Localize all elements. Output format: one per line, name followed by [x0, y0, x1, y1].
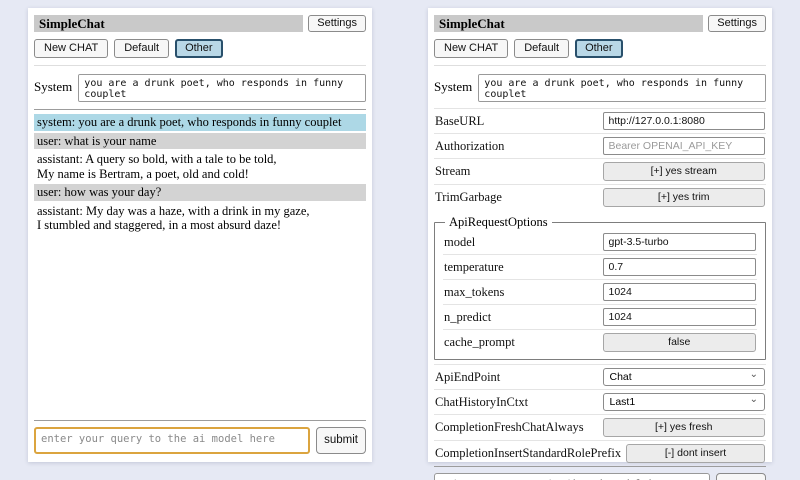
setting-row-baseurl: BaseURL — [434, 108, 766, 133]
session-default-button[interactable]: Default — [514, 39, 569, 58]
authorization-label: Authorization — [435, 139, 598, 154]
chat-message-assistant: assistant: My day was a haze, with a dri… — [34, 203, 366, 234]
completionfreshchatalways-label: CompletionFreshChatAlways — [435, 420, 598, 435]
setting-row-chathistoryinctxt: ChatHistoryInCtxt Last1 ⌄ — [434, 389, 766, 414]
chat-log: system: you are a drunk poet, who respon… — [34, 112, 366, 236]
completionfreshchatalways-toggle-button[interactable]: [+] yes fresh — [603, 418, 766, 437]
chat-message-user: user: what is your name — [34, 133, 366, 150]
chevron-down-icon: ⌄ — [750, 371, 758, 379]
app-title: SimpleChat — [34, 15, 303, 32]
setting-row-trimgarbage: TrimGarbage [+] yes trim — [434, 184, 766, 210]
model-input[interactable] — [603, 233, 757, 251]
completioninsertstandardroleprefix-label: CompletionInsertStandardRolePrefix — [435, 446, 621, 461]
n-predict-label: n_predict — [444, 310, 598, 325]
settings-button[interactable]: Settings — [708, 15, 766, 32]
setting-row-max-tokens: max_tokens — [443, 279, 757, 304]
api-request-options-legend: ApiRequestOptions — [445, 215, 552, 230]
session-other-button[interactable]: Other — [175, 39, 223, 58]
system-prompt-input[interactable]: you are a drunk poet, who responds in fu… — [478, 74, 766, 102]
divider — [34, 109, 366, 110]
session-other-button[interactable]: Other — [575, 39, 623, 58]
divider — [34, 65, 366, 66]
settings-button[interactable]: Settings — [308, 15, 366, 32]
chat-message-assistant: assistant: A query so bold, with a tale … — [34, 151, 366, 182]
setting-row-model: model — [443, 230, 757, 254]
new-chat-button[interactable]: New CHAT — [34, 39, 108, 58]
system-label: System — [434, 74, 472, 95]
chathistoryinctxt-label: ChatHistoryInCtxt — [435, 395, 598, 410]
system-prompt-row: System you are a drunk poet, who respond… — [434, 74, 766, 102]
apiendpoint-selected-value: Chat — [610, 371, 632, 383]
chat-message-user: user: how was your day? — [34, 184, 366, 201]
divider — [434, 65, 766, 66]
chathistoryinctxt-select[interactable]: Last1 ⌄ — [603, 393, 766, 411]
chevron-down-icon: ⌄ — [750, 396, 758, 404]
query-footer: submit — [434, 466, 766, 480]
baseurl-input[interactable] — [603, 112, 766, 130]
model-label: model — [444, 235, 598, 250]
setting-row-apiendpoint: ApiEndPoint Chat ⌄ — [434, 364, 766, 389]
trimgarbage-label: TrimGarbage — [435, 190, 598, 205]
settings-list: BaseURL Authorization Stream [+] yes str… — [434, 108, 766, 466]
setting-row-n-predict: n_predict — [443, 304, 757, 329]
chat-message-system: system: you are a drunk poet, who respon… — [34, 114, 366, 131]
query-footer: submit — [34, 420, 366, 454]
baseurl-label: BaseURL — [435, 114, 598, 129]
cache-prompt-toggle-button[interactable]: false — [603, 333, 757, 352]
setting-row-completionfreshchatalways: CompletionFreshChatAlways [+] yes fresh — [434, 414, 766, 440]
n-predict-input[interactable] — [603, 308, 757, 326]
setting-row-stream: Stream [+] yes stream — [434, 158, 766, 184]
submit-button[interactable]: submit — [716, 473, 766, 480]
stream-label: Stream — [435, 164, 598, 179]
session-toolbar: New CHAT Default Other — [34, 39, 366, 58]
divider — [434, 466, 766, 467]
app-title: SimpleChat — [434, 15, 703, 32]
setting-row-completioninsertstandardroleprefix: CompletionInsertStandardRolePrefix [-] d… — [434, 440, 766, 466]
setting-row-temperature: temperature — [443, 254, 757, 279]
query-input[interactable] — [434, 473, 710, 480]
max-tokens-label: max_tokens — [444, 285, 598, 300]
chathistoryinctxt-selected-value: Last1 — [610, 396, 636, 408]
divider — [34, 420, 366, 421]
authorization-input[interactable] — [603, 137, 766, 155]
setting-row-cache-prompt: cache_prompt false — [443, 329, 757, 355]
temperature-label: temperature — [444, 260, 598, 275]
new-chat-button[interactable]: New CHAT — [434, 39, 508, 58]
max-tokens-input[interactable] — [603, 283, 757, 301]
system-prompt-row: System you are a drunk poet, who respond… — [34, 74, 366, 102]
api-request-options-group: ApiRequestOptions model temperature max_… — [434, 215, 766, 360]
page: SimpleChat Settings New CHAT Default Oth… — [0, 0, 800, 462]
setting-row-authorization: Authorization — [434, 133, 766, 158]
temperature-input[interactable] — [603, 258, 757, 276]
empty-space — [34, 236, 366, 421]
chat-panel: SimpleChat Settings New CHAT Default Oth… — [28, 8, 372, 462]
submit-button[interactable]: submit — [316, 427, 366, 454]
system-prompt-input[interactable]: you are a drunk poet, who responds in fu… — [78, 74, 366, 102]
system-label: System — [34, 74, 72, 95]
cache-prompt-label: cache_prompt — [444, 335, 598, 350]
header: SimpleChat Settings — [34, 15, 366, 32]
query-input[interactable] — [34, 427, 310, 454]
session-toolbar: New CHAT Default Other — [434, 39, 766, 58]
completioninsertstandardroleprefix-toggle-button[interactable]: [-] dont insert — [626, 444, 765, 463]
trimgarbage-toggle-button[interactable]: [+] yes trim — [603, 188, 766, 207]
apiendpoint-select[interactable]: Chat ⌄ — [603, 368, 766, 386]
session-default-button[interactable]: Default — [114, 39, 169, 58]
settings-panel: SimpleChat Settings New CHAT Default Oth… — [428, 8, 772, 462]
header: SimpleChat Settings — [434, 15, 766, 32]
apiendpoint-label: ApiEndPoint — [435, 370, 598, 385]
stream-toggle-button[interactable]: [+] yes stream — [603, 162, 766, 181]
